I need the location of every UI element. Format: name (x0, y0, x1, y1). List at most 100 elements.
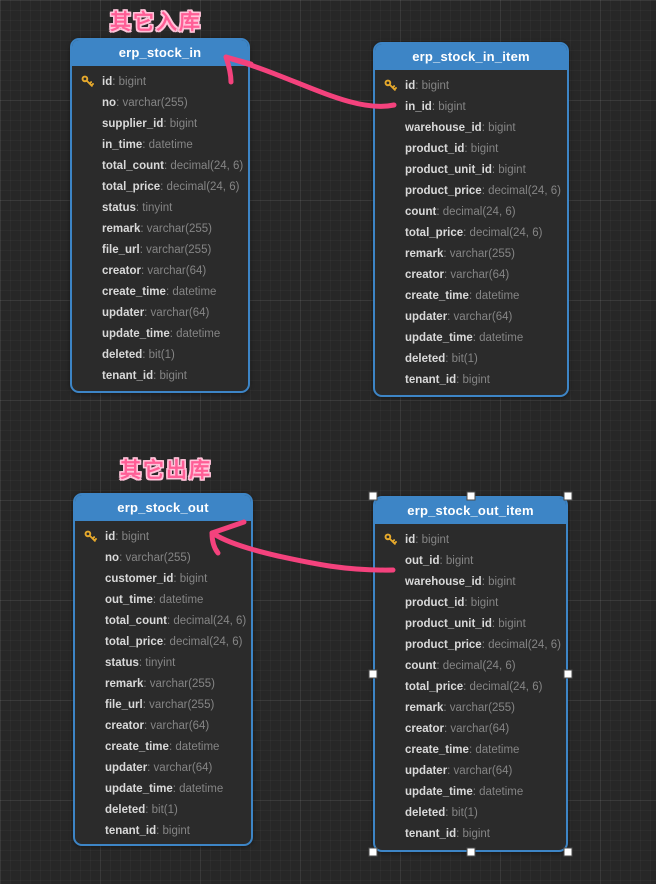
table-row-tenant_id[interactable]: tenant_id: bigint (375, 369, 567, 390)
table-row-id[interactable]: id: bigint (75, 526, 251, 547)
table-row-product_unit_id[interactable]: product_unit_id: bigint (375, 159, 567, 180)
table-row-file_url[interactable]: file_url: varchar(255) (75, 694, 251, 715)
table-row-status[interactable]: status: tinyint (72, 197, 248, 218)
selection-handle-nw[interactable] (369, 492, 378, 501)
table-row-deleted[interactable]: deleted: bit(1) (375, 802, 566, 823)
selection-handle-s[interactable] (466, 848, 475, 857)
field-type: : datetime (142, 139, 193, 151)
table-row-create_time[interactable]: create_time: datetime (375, 739, 566, 760)
field-name: remark (405, 702, 443, 714)
selection-handle-sw[interactable] (369, 848, 378, 857)
table-row-creator[interactable]: creator: varchar(64) (375, 718, 566, 739)
selection-handle-w[interactable] (369, 670, 378, 679)
field-type: : bit(1) (142, 349, 175, 361)
table-row-tenant_id[interactable]: tenant_id: bigint (375, 823, 566, 844)
table-row-remark[interactable]: remark: varchar(255) (375, 697, 566, 718)
table-row-status[interactable]: status: tinyint (75, 652, 251, 673)
field-name: deleted (102, 349, 142, 361)
table-row-product_id[interactable]: product_id: bigint (375, 138, 567, 159)
table-row-total_price[interactable]: total_price: decimal(24, 6) (375, 222, 567, 243)
table-row-warehouse_id[interactable]: warehouse_id: bigint (375, 571, 566, 592)
table-row-create_time[interactable]: create_time: datetime (75, 736, 251, 757)
field-type: : bigint (432, 101, 466, 113)
field-type: : bigint (482, 576, 516, 588)
table-row-out_time[interactable]: out_time: datetime (75, 589, 251, 610)
table-row-updater[interactable]: updater: varchar(64) (72, 302, 248, 323)
field-name: id (405, 80, 415, 92)
table-row-update_time[interactable]: update_time: datetime (375, 781, 566, 802)
table-row-deleted[interactable]: deleted: bit(1) (75, 799, 251, 820)
table-row-update_time[interactable]: update_time: datetime (72, 323, 248, 344)
table-title-erp-stock-out-item[interactable]: erp_stock_out_item (375, 498, 566, 524)
selection-handle-e[interactable] (564, 670, 573, 679)
table-row-product_unit_id[interactable]: product_unit_id: bigint (375, 613, 566, 634)
field-name: in_id (405, 101, 432, 113)
field-name: customer_id (105, 573, 173, 585)
table-erp-stock-out-item[interactable]: erp_stock_out_item id: bigintout_id: big… (373, 496, 568, 852)
field-type: : tinyint (136, 202, 172, 214)
table-row-remark[interactable]: remark: varchar(255) (375, 243, 567, 264)
table-row-total_price[interactable]: total_price: decimal(24, 6) (72, 176, 248, 197)
selection-handle-n[interactable] (466, 492, 475, 501)
table-row-tenant_id[interactable]: tenant_id: bigint (72, 365, 248, 386)
table-erp-stock-in[interactable]: erp_stock_in id: bigintno: varchar(255)s… (70, 38, 250, 393)
table-erp-stock-in-item[interactable]: erp_stock_in_item id: bigintin_id: bigin… (373, 42, 569, 397)
field-name: creator (102, 265, 141, 277)
table-row-supplier_id[interactable]: supplier_id: bigint (72, 113, 248, 134)
table-row-creator[interactable]: creator: varchar(64) (75, 715, 251, 736)
table-row-update_time[interactable]: update_time: datetime (375, 327, 567, 348)
table-row-create_time[interactable]: create_time: datetime (72, 281, 248, 302)
selection-handle-ne[interactable] (564, 492, 573, 501)
table-row-total_count[interactable]: total_count: decimal(24, 6) (72, 155, 248, 176)
table-title-erp-stock-in[interactable]: erp_stock_in (72, 40, 248, 66)
field-type: : varchar(64) (147, 762, 212, 774)
table-row-updater[interactable]: updater: varchar(64) (75, 757, 251, 778)
field-name: updater (102, 307, 144, 319)
field-type: : varchar(255) (116, 97, 188, 109)
table-row-creator[interactable]: creator: varchar(64) (375, 264, 567, 285)
table-row-out_id[interactable]: out_id: bigint (375, 550, 566, 571)
table-row-product_price[interactable]: product_price: decimal(24, 6) (375, 180, 567, 201)
table-row-product_id[interactable]: product_id: bigint (375, 592, 566, 613)
table-row-remark[interactable]: remark: varchar(255) (75, 673, 251, 694)
table-row-tenant_id[interactable]: tenant_id: bigint (75, 820, 251, 841)
table-title-erp-stock-in-item[interactable]: erp_stock_in_item (375, 44, 567, 70)
table-row-updater[interactable]: updater: varchar(64) (375, 306, 567, 327)
table-row-in_time[interactable]: in_time: datetime (72, 134, 248, 155)
table-row-deleted[interactable]: deleted: bit(1) (375, 348, 567, 369)
table-row-in_id[interactable]: in_id: bigint (375, 96, 567, 117)
table-title-erp-stock-out[interactable]: erp_stock_out (75, 495, 251, 521)
field-type: : datetime (166, 286, 217, 298)
table-row-updater[interactable]: updater: varchar(64) (375, 760, 566, 781)
field-name: create_time (405, 290, 469, 302)
table-row-remark[interactable]: remark: varchar(255) (72, 218, 248, 239)
table-row-id[interactable]: id: bigint (72, 71, 248, 92)
table-row-count[interactable]: count: decimal(24, 6) (375, 655, 566, 676)
table-row-total_price[interactable]: total_price: decimal(24, 6) (75, 631, 251, 652)
table-row-product_price[interactable]: product_price: decimal(24, 6) (375, 634, 566, 655)
table-erp-stock-out[interactable]: erp_stock_out id: bigintno: varchar(255)… (73, 493, 253, 846)
table-row-no[interactable]: no: varchar(255) (75, 547, 251, 568)
table-row-update_time[interactable]: update_time: datetime (75, 778, 251, 799)
primary-key-icon (384, 79, 405, 92)
table-row-deleted[interactable]: deleted: bit(1) (72, 344, 248, 365)
table-row-total_count[interactable]: total_count: decimal(24, 6) (75, 610, 251, 631)
table-row-warehouse_id[interactable]: warehouse_id: bigint (375, 117, 567, 138)
field-type: : varchar(255) (143, 699, 215, 711)
field-name: creator (405, 723, 444, 735)
table-row-id[interactable]: id: bigint (375, 529, 566, 550)
table-row-create_time[interactable]: create_time: datetime (375, 285, 567, 306)
diagram-canvas[interactable]: erp_stock_in id: bigintno: varchar(255)s… (0, 0, 656, 884)
field-type: : bigint (163, 118, 197, 130)
field-type: : varchar(255) (140, 223, 212, 235)
table-row-count[interactable]: count: decimal(24, 6) (375, 201, 567, 222)
table-row-customer_id[interactable]: customer_id: bigint (75, 568, 251, 589)
table-row-no[interactable]: no: varchar(255) (72, 92, 248, 113)
table-row-id[interactable]: id: bigint (375, 75, 567, 96)
field-name: id (105, 531, 115, 543)
field-name: tenant_id (105, 825, 156, 837)
selection-handle-se[interactable] (564, 848, 573, 857)
table-row-creator[interactable]: creator: varchar(64) (72, 260, 248, 281)
table-row-file_url[interactable]: file_url: varchar(255) (72, 239, 248, 260)
table-row-total_price[interactable]: total_price: decimal(24, 6) (375, 676, 566, 697)
